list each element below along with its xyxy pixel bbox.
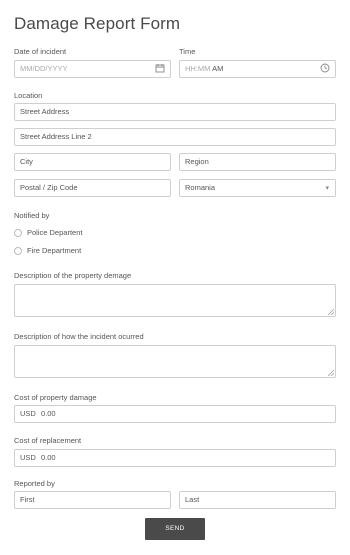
clock-icon[interactable] [319,63,331,75]
description-damage-textarea[interactable] [14,284,336,317]
postal-code-text: Postal / Zip Code [20,183,78,192]
cost-damage-input[interactable]: USD 0.00 [14,405,336,423]
city-text: City [20,157,33,166]
country-value: Romania [185,183,216,192]
time-label: Time [179,47,196,56]
region-text: Region [185,157,209,166]
ampm-value: AM [212,64,224,73]
radio-fire-label: Fire Department [27,246,82,255]
city-input[interactable]: City [14,153,171,171]
street-address-2-input[interactable]: Street Address Line 2 [14,128,336,146]
time-input[interactable]: HH:MM AM [179,60,336,78]
street-address-2-text: Street Address Line 2 [20,132,92,141]
date-label: Date of incident [14,47,67,56]
cost-replacement-label: Cost of replacement [14,436,82,445]
radio-button-icon[interactable] [14,246,22,255]
description-incident-textarea[interactable] [14,345,336,378]
street-address-text: Street Address [20,107,70,116]
resize-handle-icon[interactable] [328,309,334,315]
form-title: Damage Report Form [14,14,181,33]
region-input[interactable]: Region [179,153,336,171]
currency-label: USD [20,453,36,462]
radio-button-icon[interactable] [14,228,22,237]
resize-handle-icon[interactable] [328,370,334,376]
date-input[interactable]: MM/DD/YYYY [14,60,171,78]
cost-replacement-input[interactable]: USD 0.00 [14,449,336,467]
street-address-input[interactable]: Street Address [14,103,336,121]
location-label: Location [14,91,43,100]
last-name-input[interactable]: Last [179,491,336,509]
cost-damage-value: 0.00 [40,409,56,418]
description-damage-label: Description of the property demage [14,271,132,280]
cost-replacement-value: 0.00 [40,453,56,462]
description-incident-label: Description of how the incident ocurred [14,332,144,341]
date-placeholder: MM/DD/YYYY [20,64,68,73]
first-name-input[interactable]: First [14,491,171,509]
last-name-text: Last [185,495,200,504]
cost-damage-label: Cost of property damage [14,393,97,402]
country-select[interactable]: Romania ▾ [179,179,336,197]
radio-fire[interactable]: Fire Department [14,246,81,255]
calendar-icon[interactable] [154,63,166,75]
currency-label: USD [20,409,36,418]
radio-police-label: Police Departent [27,228,83,237]
chevron-down-icon: ▾ [325,185,329,192]
notified-label: Notified by [14,211,50,220]
send-button[interactable]: SEND [145,518,205,540]
postal-code-input[interactable]: Postal / Zip Code [14,179,171,197]
first-name-text: First [20,495,35,504]
reported-by-label: Reported by [14,479,55,488]
radio-police[interactable]: Police Departent [14,228,82,237]
time-placeholder: HH:MM [185,64,211,73]
